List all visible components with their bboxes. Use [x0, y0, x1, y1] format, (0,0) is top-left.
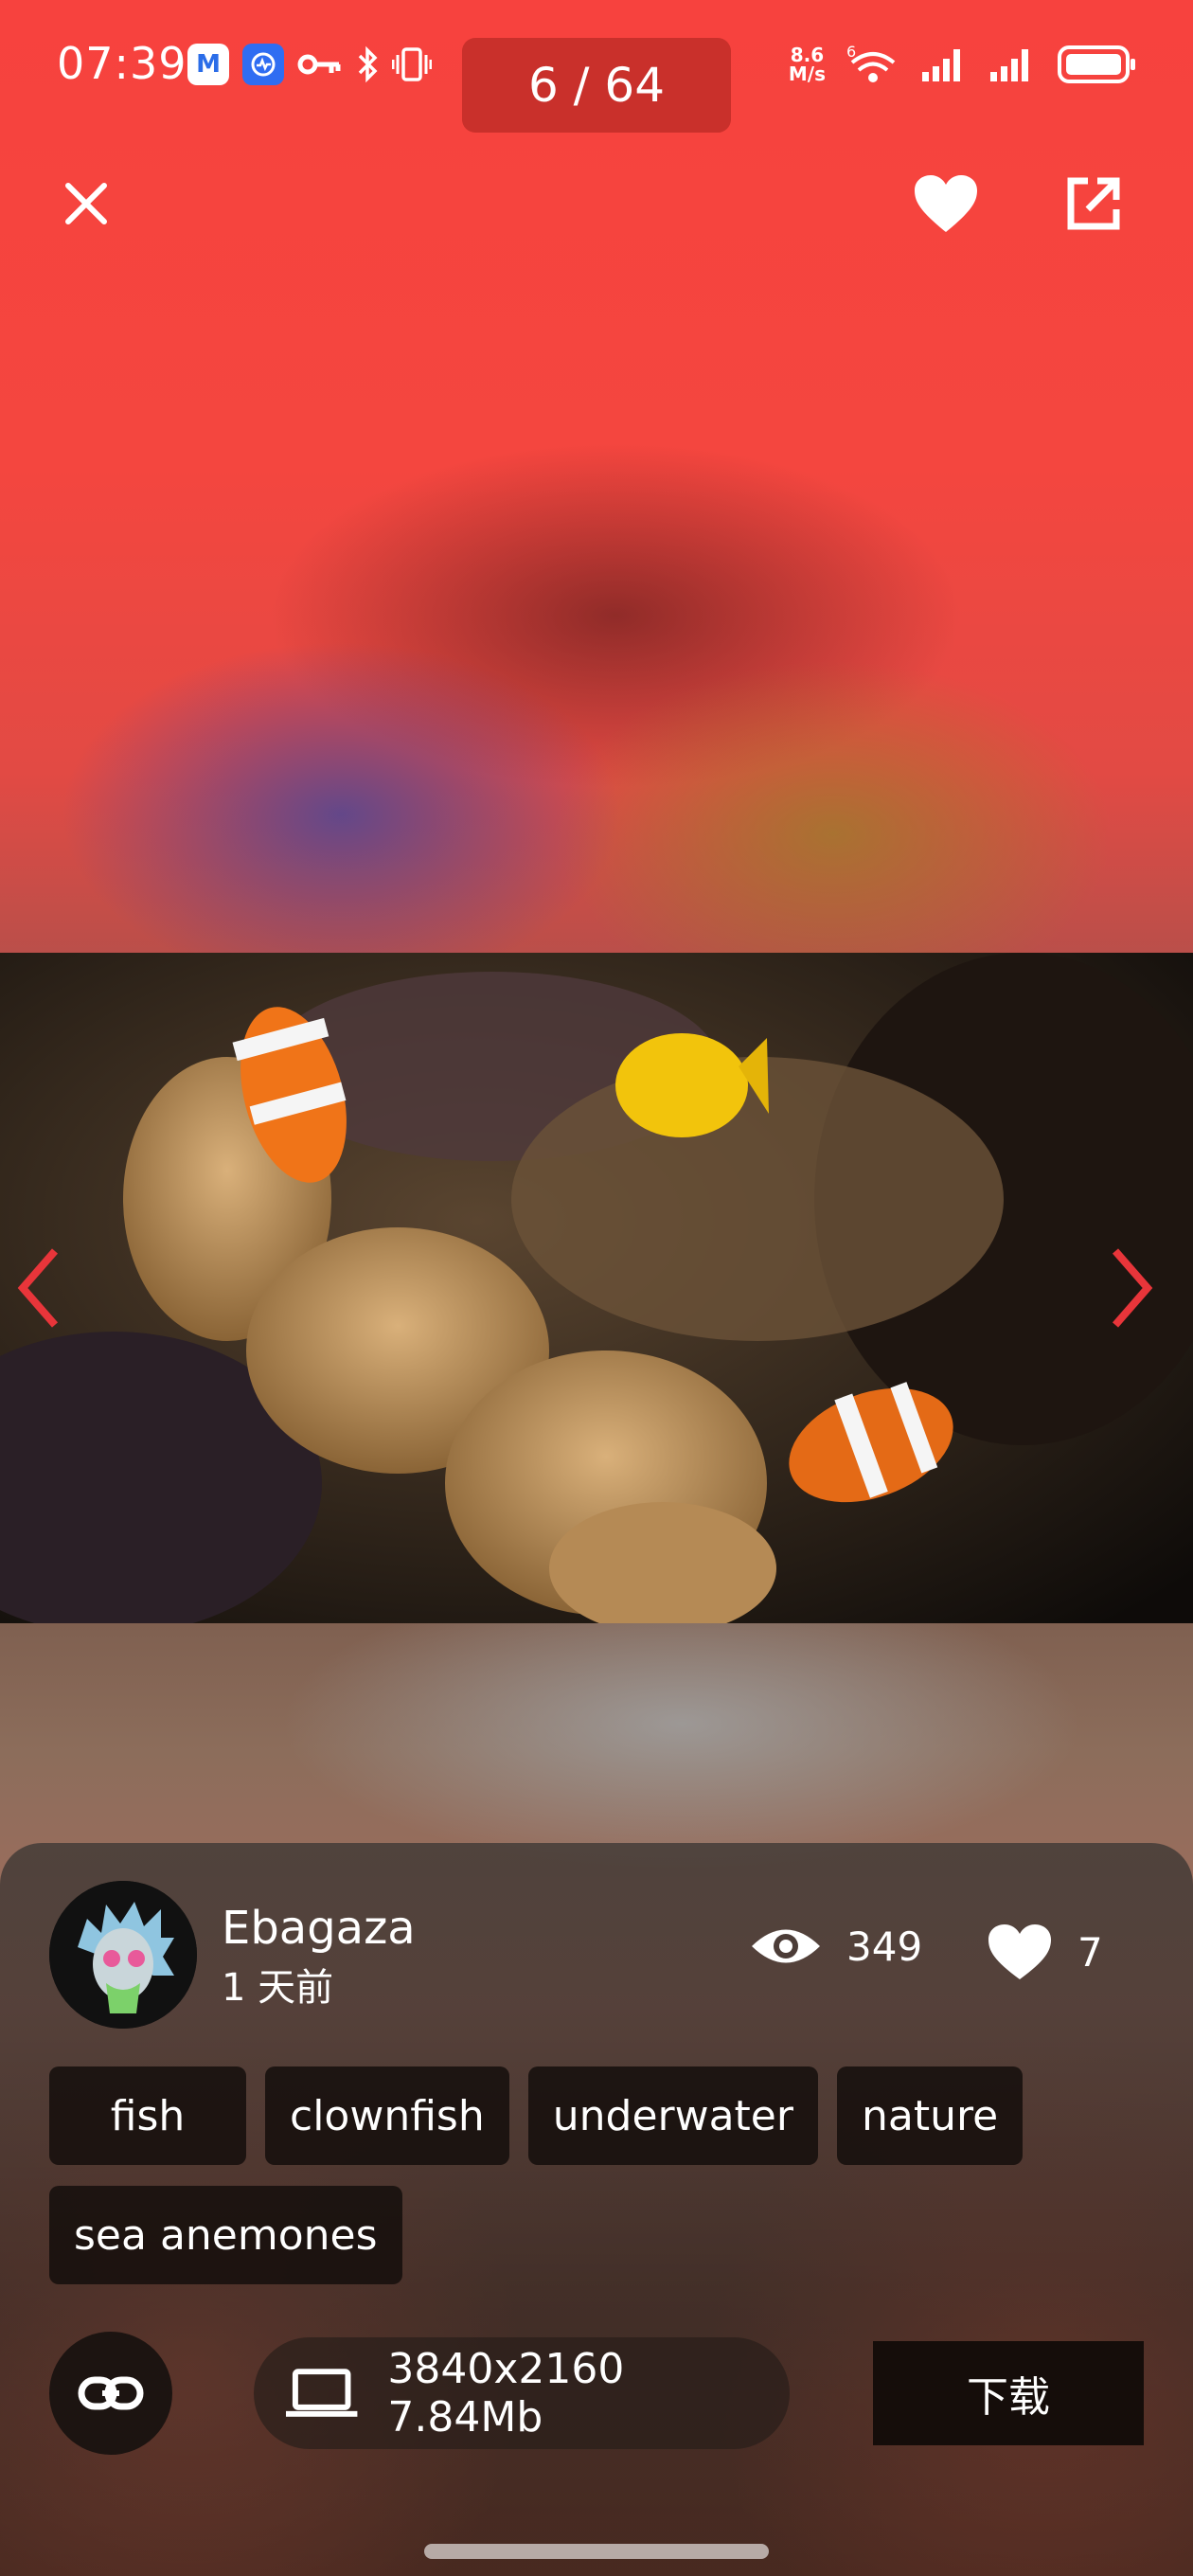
close-button[interactable]	[44, 161, 129, 246]
signal-icon-2	[990, 49, 1028, 81]
open-external-button[interactable]	[1051, 161, 1136, 246]
tag-clownfish[interactable]: clownfish	[265, 2066, 509, 2165]
key-icon	[297, 54, 341, 75]
next-image-button[interactable]	[1098, 1241, 1165, 1335]
notification-icons: M	[187, 44, 432, 85]
chevron-right-icon	[1112, 1248, 1153, 1328]
resolution-size-text: 3840x2160 7.84Mb	[387, 2345, 625, 2442]
bluetooth-icon	[358, 45, 378, 83]
previous-image-button[interactable]	[6, 1241, 72, 1335]
copy-link-button[interactable]	[49, 2332, 172, 2455]
heart-icon	[915, 175, 977, 232]
network-speed: 8.6 M/s	[788, 44, 826, 85]
tag-fish[interactable]: fish	[49, 2066, 246, 2165]
battery-icon	[1058, 45, 1135, 83]
posted-time: 1 天前	[222, 1966, 334, 2010]
image-counter: 6 / 64	[462, 38, 731, 133]
tag-underwater[interactable]: underwater	[527, 2066, 818, 2165]
views-stat: 349	[750, 1923, 922, 1970]
svg-text:6: 6	[846, 44, 856, 61]
wallpaper-image[interactable]	[0, 953, 1193, 1623]
eye-icon	[752, 1929, 820, 1963]
open-external-icon	[1067, 177, 1120, 230]
home-indicator[interactable]	[424, 2544, 769, 2559]
system-indicators: 8.6 M/s 6	[789, 44, 1138, 85]
author-name[interactable]: Ebagaza	[222, 1902, 416, 1955]
wifi-icon: 6	[846, 44, 896, 82]
signal-icon	[922, 49, 960, 81]
views-count: 349	[846, 1923, 923, 1970]
vibrate-icon	[392, 47, 432, 81]
link-icon	[78, 2376, 144, 2410]
status-bar: 07:39 M 6 / 64 8.6 M/s 6	[0, 0, 1193, 133]
status-time: 07:39	[57, 38, 187, 89]
avatar-illustration	[49, 1881, 197, 2029]
tag-list: fish clownfish underwater nature sea ane…	[49, 2066, 1148, 2284]
favorite-button[interactable]	[903, 161, 988, 246]
likes-count: 7	[1077, 1928, 1103, 1976]
laptop-icon	[285, 2369, 358, 2417]
likes-stat[interactable]: 7	[987, 1923, 1103, 1981]
tag-sea-anemones[interactable]: sea anemones	[49, 2186, 402, 2284]
tag-nature[interactable]: nature	[836, 2066, 1024, 2165]
close-icon	[65, 183, 107, 224]
chevron-left-icon	[17, 1248, 59, 1328]
clownfish-photo	[0, 953, 1193, 1623]
health-app-icon	[242, 44, 284, 85]
author-avatar[interactable]	[49, 1881, 197, 2029]
heart-icon	[988, 1924, 1051, 1979]
resolution-info: 3840x2160 7.84Mb	[254, 2337, 790, 2449]
download-button[interactable]: 下载	[873, 2341, 1144, 2445]
mail-app-icon: M	[187, 44, 229, 85]
